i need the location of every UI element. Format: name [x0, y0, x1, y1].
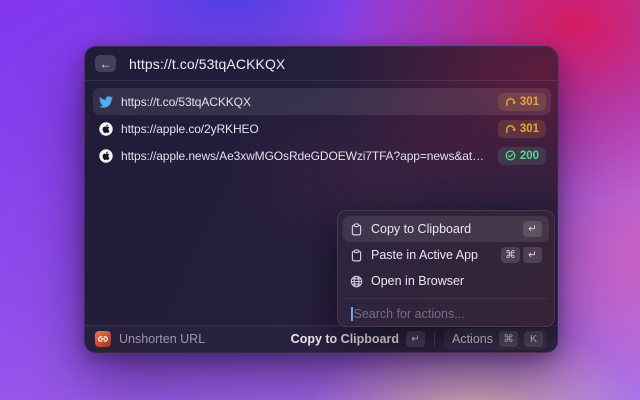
actions-button[interactable]: Actions ⌘ K [444, 328, 547, 350]
return-keycap: ↵ [523, 247, 542, 263]
result-url: https://apple.news/Ae3xwMGOsRdeGDOEWzi7T… [121, 149, 490, 163]
check-circle-icon [505, 150, 516, 161]
clipboard-icon [350, 223, 363, 236]
action-label: Paste in Active App [371, 248, 493, 262]
search-bar: ← https://t.co/53tqACKKQX [85, 47, 557, 81]
text-caret [351, 307, 353, 321]
return-keycap: ↵ [523, 221, 542, 237]
search-placeholder: Search for actions... [354, 307, 465, 321]
action-paste-in-active-app[interactable]: Paste in Active App ⌘ ↵ [343, 242, 549, 268]
apple-icon [99, 149, 113, 163]
command-keycap: ⌘ [501, 247, 520, 263]
k-keycap: K [524, 331, 543, 347]
status-badge: 301 [498, 120, 546, 138]
clipboard-icon [350, 249, 363, 262]
command-keycap: ⌘ [499, 331, 518, 347]
unshorten-url-extension-icon [95, 331, 111, 347]
back-arrow-icon: ← [100, 58, 112, 70]
status-badge: 200 [498, 147, 546, 165]
launcher-window: ← https://t.co/53tqACKKQX https://t.co/5… [84, 46, 558, 353]
desktop-background: ← https://t.co/53tqACKKQX https://t.co/5… [0, 0, 640, 400]
status-badge: 301 [498, 93, 546, 111]
footer-divider [434, 333, 435, 346]
action-label: Open in Browser [371, 274, 542, 288]
redirect-arrow-icon [505, 96, 516, 107]
result-url: https://t.co/53tqACKKQX [121, 95, 490, 109]
url-result-row[interactable]: https://t.co/53tqACKKQX 301 [93, 88, 551, 115]
primary-action-button[interactable]: Copy to Clipboard ↵ [291, 331, 425, 347]
apple-icon [99, 122, 113, 136]
footer-bar: Unshorten URL Copy to Clipboard ↵ Action… [85, 325, 557, 352]
result-url: https://apple.co/2yRKHEO [121, 122, 490, 136]
extension-name-label: Unshorten URL [119, 332, 205, 346]
twitter-icon [99, 95, 113, 109]
redirect-chain-list: https://t.co/53tqACKKQX 301 https://appl… [93, 88, 551, 169]
action-label: Copy to Clipboard [371, 222, 515, 236]
globe-icon [350, 275, 363, 288]
back-button[interactable]: ← [95, 55, 116, 72]
action-copy-to-clipboard[interactable]: Copy to Clipboard ↵ [343, 216, 549, 242]
link-icon [98, 334, 108, 344]
redirect-arrow-icon [505, 123, 516, 134]
url-result-row[interactable]: https://apple.co/2yRKHEO 301 [93, 115, 551, 142]
actions-menu: Copy to Clipboard ↵ Paste in Active App … [337, 210, 555, 327]
return-keycap: ↵ [406, 331, 425, 347]
search-query-input[interactable]: https://t.co/53tqACKKQX [129, 56, 285, 72]
url-result-row[interactable]: https://apple.news/Ae3xwMGOsRdeGDOEWzi7T… [93, 142, 551, 169]
actions-search-input[interactable]: Search for actions... [343, 299, 549, 328]
action-open-in-browser[interactable]: Open in Browser [343, 268, 549, 294]
